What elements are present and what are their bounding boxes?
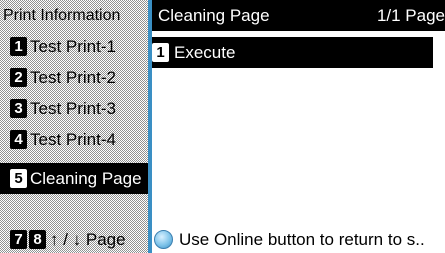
online-button-icon [154,230,173,249]
printer-lcd-screen: Print Information 1 Test Print-1 2 Test Pr… [0,0,445,253]
key-7-badge: 7 [10,230,27,249]
panel-divider [148,0,152,253]
page-navigation-hint: 7 8 ↑ / ↓ Page [0,226,148,253]
item-number-badge: 5 [10,169,27,188]
execute-label: Execute [174,43,236,62]
item-number-badge: 2 [10,68,27,87]
menu-item-label: Test Print-2 [30,68,116,87]
menu-title: Print Information [3,7,121,24]
status-message: Use Online button to return to s.. [179,230,425,249]
panel-title: Cleaning Page [158,6,270,25]
item-number-badge: 3 [10,99,27,118]
item-number-badge: 1 [152,43,169,62]
item-number-badge: 4 [10,130,27,149]
page-indicator: 1/1 Page [376,6,445,25]
execute-button[interactable]: 1 Execute [148,37,433,68]
menu-item-test-print-2[interactable]: 2 Test Print-2 [0,62,148,93]
panel-header: Cleaning Page 1/1 Page [148,0,445,31]
key-8-badge: 8 [29,230,46,249]
page-navigation-text: ↑ / ↓ Page [50,230,126,249]
print-information-menu: Print Information 1 Test Print-1 2 Test Pr… [0,0,148,253]
menu-item-label: Test Print-4 [30,130,116,149]
status-bar: Use Online button to return to s.. [148,226,445,253]
menu-item-cleaning-page[interactable]: 5 Cleaning Page [0,163,148,194]
menu-item-label: Cleaning Page [30,169,142,188]
menu-item-test-print-3[interactable]: 3 Test Print-3 [0,93,148,124]
cleaning-page-panel: Cleaning Page 1/1 Page 1 Execute Use Onli… [148,0,445,253]
menu-item-label: Test Print-1 [30,37,116,56]
menu-item-label: Test Print-3 [30,99,116,118]
menu-item-test-print-4[interactable]: 4 Test Print-4 [0,124,148,155]
menu-item-test-print-1[interactable]: 1 Test Print-1 [0,31,148,62]
item-number-badge: 1 [10,37,27,56]
